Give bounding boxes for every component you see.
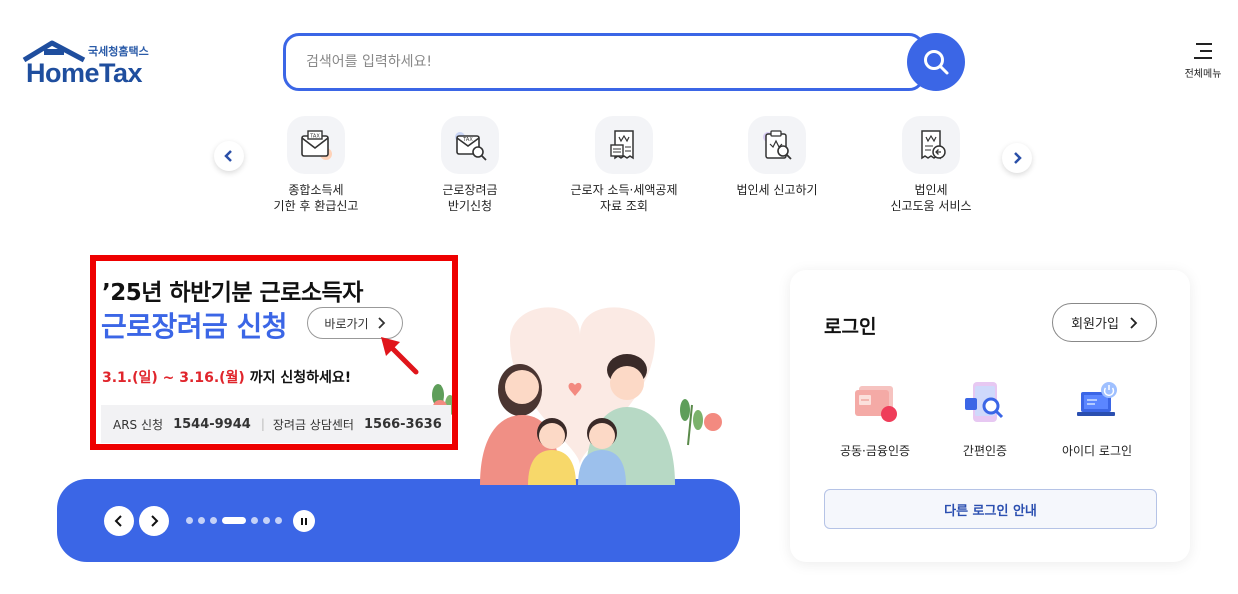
banner-dot[interactable] (251, 517, 258, 524)
quick-service-corporate-tax-help[interactable]: 법인세 신고도움 서비스 (856, 116, 1006, 214)
logo-title: HomeTax (26, 58, 143, 88)
quick-next-button[interactable] (1002, 143, 1032, 173)
banner-next-button[interactable] (139, 506, 169, 536)
login-option-label: 아이디 로그인 (1061, 444, 1133, 458)
login-option-certificate[interactable]: 공동·금융인증 (820, 380, 930, 459)
search-input[interactable] (306, 50, 886, 74)
chevron-left-icon (224, 150, 232, 162)
chevron-right-icon (1014, 152, 1022, 164)
banner-dot[interactable] (210, 517, 217, 524)
quick-prev-button[interactable] (214, 141, 244, 171)
quick-service-deduction-lookup[interactable]: 근로자 소득·세액공제 자료 조회 (549, 116, 699, 214)
chevron-right-icon (151, 515, 159, 527)
other-login-guide-button[interactable]: 다른 로그인 안내 (824, 489, 1157, 529)
hamburger-menu-icon (1194, 43, 1212, 59)
svg-text:TAX: TAX (309, 134, 320, 140)
login-option-label: 공동·금융인증 (839, 444, 911, 458)
quick-service-label: 법인세 (914, 183, 948, 197)
login-option-simple-auth[interactable]: 간편인증 (930, 380, 1040, 459)
full-menu-label: 전체메뉴 (1184, 69, 1222, 80)
login-option-label: 간편인증 (962, 444, 1008, 458)
certificate-card-icon (855, 386, 897, 422)
banner-pause-button[interactable] (293, 510, 315, 532)
receipt-list-icon (595, 116, 653, 174)
quick-service-corporate-tax-filing[interactable]: 법인세 신고하기 (702, 116, 852, 198)
logo-subtitle: 국세청홈택스 (88, 45, 149, 58)
highlight-frame (90, 255, 458, 450)
banner-dot[interactable] (198, 517, 205, 524)
banner-dot[interactable] (263, 517, 270, 524)
login-panel: 로그인 회원가입 공동·금융인증 간편인증 아이디 로그인 다른 로그인 안내 (790, 270, 1190, 562)
quick-service-label: 자료 조회 (600, 199, 648, 213)
clipboard-search-icon (748, 116, 806, 174)
quick-service-label: 근로자 소득·세액공제 (570, 183, 678, 197)
search-box (283, 33, 925, 91)
login-title: 로그인 (824, 316, 877, 338)
pause-icon (301, 517, 307, 525)
join-label: 회원가입 (1071, 317, 1119, 332)
banner-pagination (186, 517, 282, 524)
quick-service-label: 기한 후 환급신고 (273, 199, 359, 213)
banner-dot[interactable] (186, 517, 193, 524)
chevron-left-icon (114, 515, 122, 527)
banner-dot[interactable] (275, 517, 282, 524)
quick-service-income-tax-refund[interactable]: TAX 종합소득세 기한 후 환급신고 (241, 116, 391, 214)
tax-envelope-icon: TAX (287, 116, 345, 174)
join-button[interactable]: 회원가입 (1052, 303, 1157, 342)
svg-text:TAX: TAX (462, 137, 473, 143)
phone-search-icon (965, 382, 1004, 422)
receipt-help-icon (902, 116, 960, 174)
full-menu-button[interactable]: 전체메뉴 (1180, 42, 1226, 84)
quick-service-label: 신고도움 서비스 (890, 199, 972, 213)
chevron-right-icon (1130, 316, 1138, 329)
login-option-id-login[interactable]: 아이디 로그인 (1042, 380, 1152, 459)
laptop-power-icon (1077, 382, 1117, 416)
quick-service-label: 종합소득세 (288, 183, 344, 197)
tax-search-icon: TAX (441, 116, 499, 174)
quick-service-earned-income-credit[interactable]: TAX 근로장려금 반기신청 (395, 116, 545, 214)
quick-service-label: 근로장려금 (442, 183, 498, 197)
search-button[interactable] (907, 33, 965, 91)
family-illustration (432, 307, 722, 485)
quick-service-label: 법인세 신고하기 (736, 183, 818, 197)
hometax-page: 국세청홈택스 HomeTax 전체메뉴 (0, 0, 1238, 594)
banner-dot-active[interactable] (222, 517, 246, 524)
hometax-logo[interactable]: 국세청홈택스 HomeTax (22, 40, 162, 88)
quick-service-label: 반기신청 (447, 199, 493, 213)
search-icon (924, 50, 949, 75)
banner-prev-button[interactable] (104, 506, 134, 536)
